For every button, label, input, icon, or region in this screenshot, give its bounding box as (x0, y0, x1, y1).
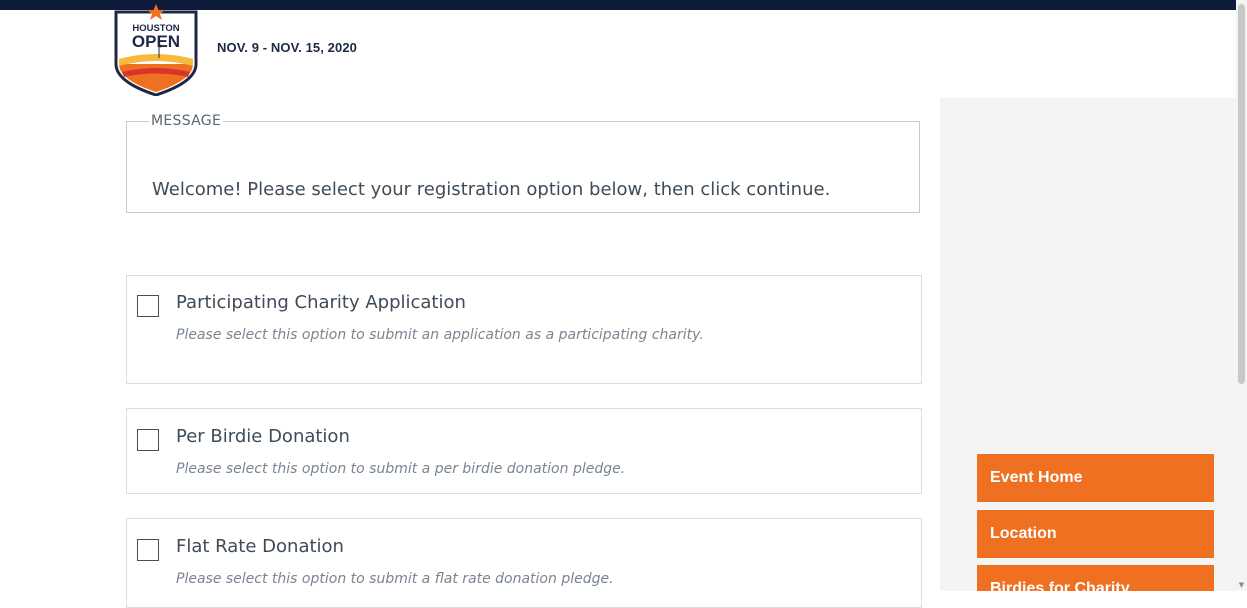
logo-text-open: OPEN (132, 32, 180, 51)
nav-birdies-for-charity[interactable]: Birdies for Charity (977, 565, 1214, 591)
checkbox-flat-rate-donation[interactable] (137, 539, 159, 561)
event-date: NOV. 9 - NOV. 15, 2020 (217, 40, 357, 55)
option-title: Per Birdie Donation (176, 426, 350, 447)
message-box: MESSAGE Welcome! Please select your regi… (126, 113, 920, 213)
vertical-scrollbar[interactable]: ▼ (1236, 0, 1247, 591)
message-legend: MESSAGE (151, 113, 222, 129)
option-description: Please select this option to submit a pe… (176, 461, 626, 477)
nav-location[interactable]: Location (977, 510, 1214, 558)
option-flat-rate-donation[interactable]: Flat Rate Donation Please select this op… (126, 518, 922, 608)
nav-event-home[interactable]: Event Home (977, 454, 1214, 502)
option-title: Flat Rate Donation (176, 536, 344, 557)
option-participating-charity[interactable]: Participating Charity Application Please… (126, 275, 922, 384)
option-title: Participating Charity Application (176, 292, 466, 313)
scrollbar-thumb[interactable] (1238, 4, 1245, 384)
option-description: Please select this option to submit an a… (176, 327, 704, 343)
option-per-birdie-donation[interactable]: Per Birdie Donation Please select this o… (126, 408, 922, 494)
checkbox-participating-charity[interactable] (137, 295, 159, 317)
checkbox-per-birdie-donation[interactable] (137, 429, 159, 451)
option-description: Please select this option to submit a fl… (176, 571, 614, 587)
scroll-down-arrow-icon[interactable]: ▼ (1236, 579, 1247, 591)
houston-open-logo[interactable]: HOUSTON OPEN (112, 4, 200, 97)
welcome-message: Welcome! Please select your registration… (152, 179, 831, 200)
